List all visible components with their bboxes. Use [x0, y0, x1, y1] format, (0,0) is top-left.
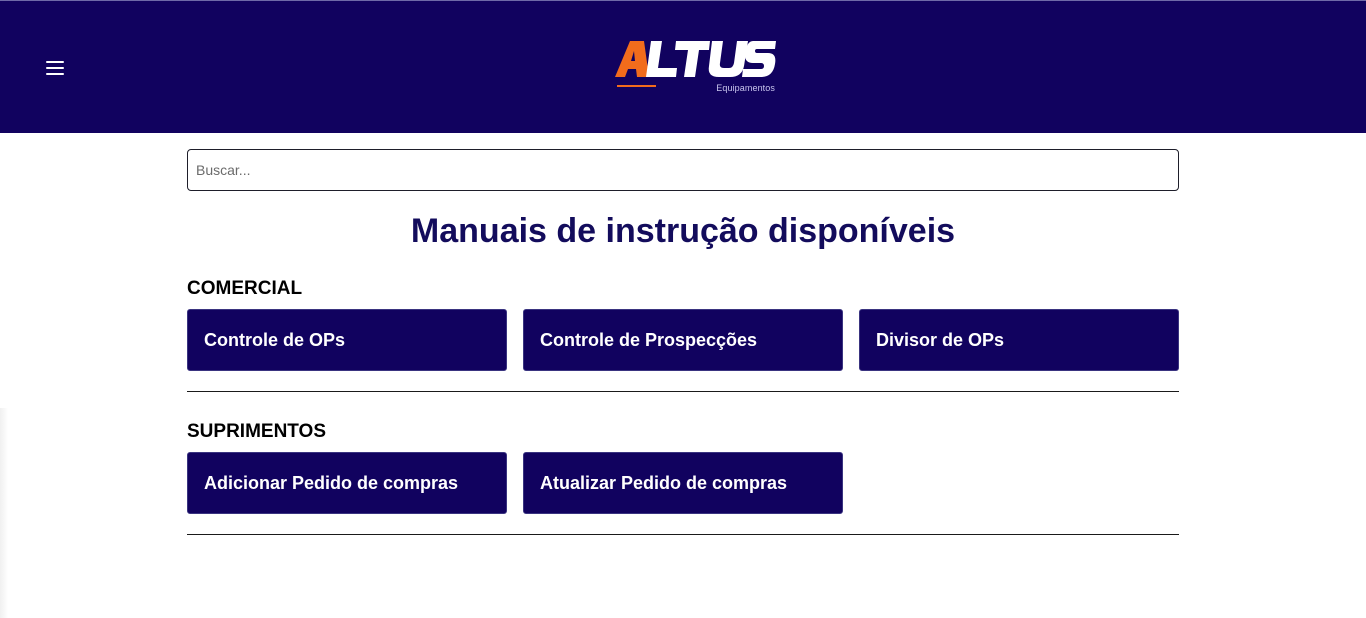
- manual-card-controle-de-ops[interactable]: Controle de OPs: [187, 309, 507, 371]
- menu-line: [46, 61, 64, 63]
- search-input[interactable]: [187, 149, 1179, 191]
- page-title: Manuais de instrução disponíveis: [410, 212, 956, 250]
- manual-card-divisor-de-ops[interactable]: Divisor de OPs: [859, 309, 1179, 371]
- section-comercial: COMERCIAL Controle de OPs Controle de Pr…: [187, 277, 1179, 392]
- menu-line: [46, 67, 64, 69]
- main-content: Manuais de instrução disponíveis COMERCI…: [187, 149, 1179, 535]
- manual-card-controle-de-prospeccoes[interactable]: Controle de Prospecções: [523, 309, 843, 371]
- manual-cards-comercial: Controle de OPs Controle de Prospecções …: [187, 309, 1179, 371]
- app-header: Equipamentos: [0, 1, 1366, 133]
- logo-subtitle: Equipamentos: [716, 83, 775, 93]
- section-title-suprimentos: SUPRIMENTOS: [187, 421, 327, 442]
- manual-card-atualizar-pedido-de-compras[interactable]: Atualizar Pedido de compras: [523, 452, 843, 514]
- section-title-comercial: COMERCIAL: [187, 278, 303, 299]
- section-divider: [187, 391, 1179, 392]
- menu-line: [46, 73, 64, 75]
- altus-logo[interactable]: Equipamentos: [613, 39, 777, 97]
- manual-cards-suprimentos: Adicionar Pedido de compras Atualizar Pe…: [187, 452, 1179, 514]
- hamburger-menu-icon[interactable]: [46, 61, 64, 75]
- manual-card-adicionar-pedido-de-compras[interactable]: Adicionar Pedido de compras: [187, 452, 507, 514]
- section-divider: [187, 534, 1179, 535]
- section-suprimentos: SUPRIMENTOS Adicionar Pedido de compras …: [187, 420, 1179, 535]
- left-edge-shade: [0, 408, 8, 618]
